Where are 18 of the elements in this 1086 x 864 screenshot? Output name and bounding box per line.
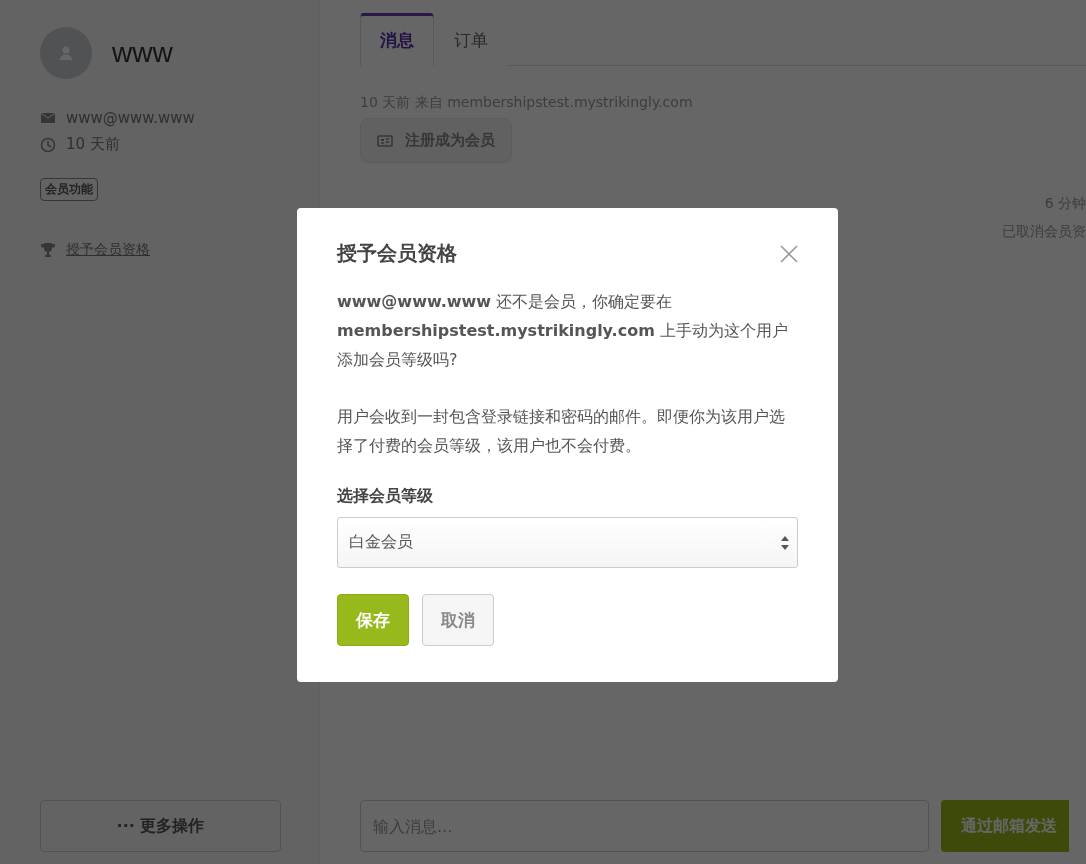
membership-level-select[interactable]: 白金会员 [337,517,798,568]
save-button[interactable]: 保存 [337,594,409,646]
envelope-icon [40,110,56,126]
select-label: 选择会员等级 [337,486,434,507]
clock-icon [40,136,56,153]
dialog-paragraph: www@www.www 还不是会员，你确定要在 membershipstest.mystrikingly.com 上手动为这个用户添加会员等级吗? [337,291,789,371]
close-icon[interactable] [780,244,798,263]
dialog-paragraph: 用户会收到一封包含登录链接和密码的邮件。即便你为该用户选择了付费的会员等级，该用户也不会付费。 [337,406,786,457]
member-tag: 会员功能 [40,178,98,201]
more-actions-button[interactable]: ··· 更多操作 [40,800,281,852]
user-name: www [112,37,173,69]
dialog-title: 授予会员资格 [337,240,457,267]
send-email-button[interactable]: 通过邮箱发送 [941,800,1069,852]
trophy-icon [40,242,56,258]
sort-arrows-icon [781,534,789,551]
tab[interactable]: 消息 [360,13,434,66]
cancel-button[interactable]: 取消 [422,594,494,646]
id-card-icon [377,132,393,149]
